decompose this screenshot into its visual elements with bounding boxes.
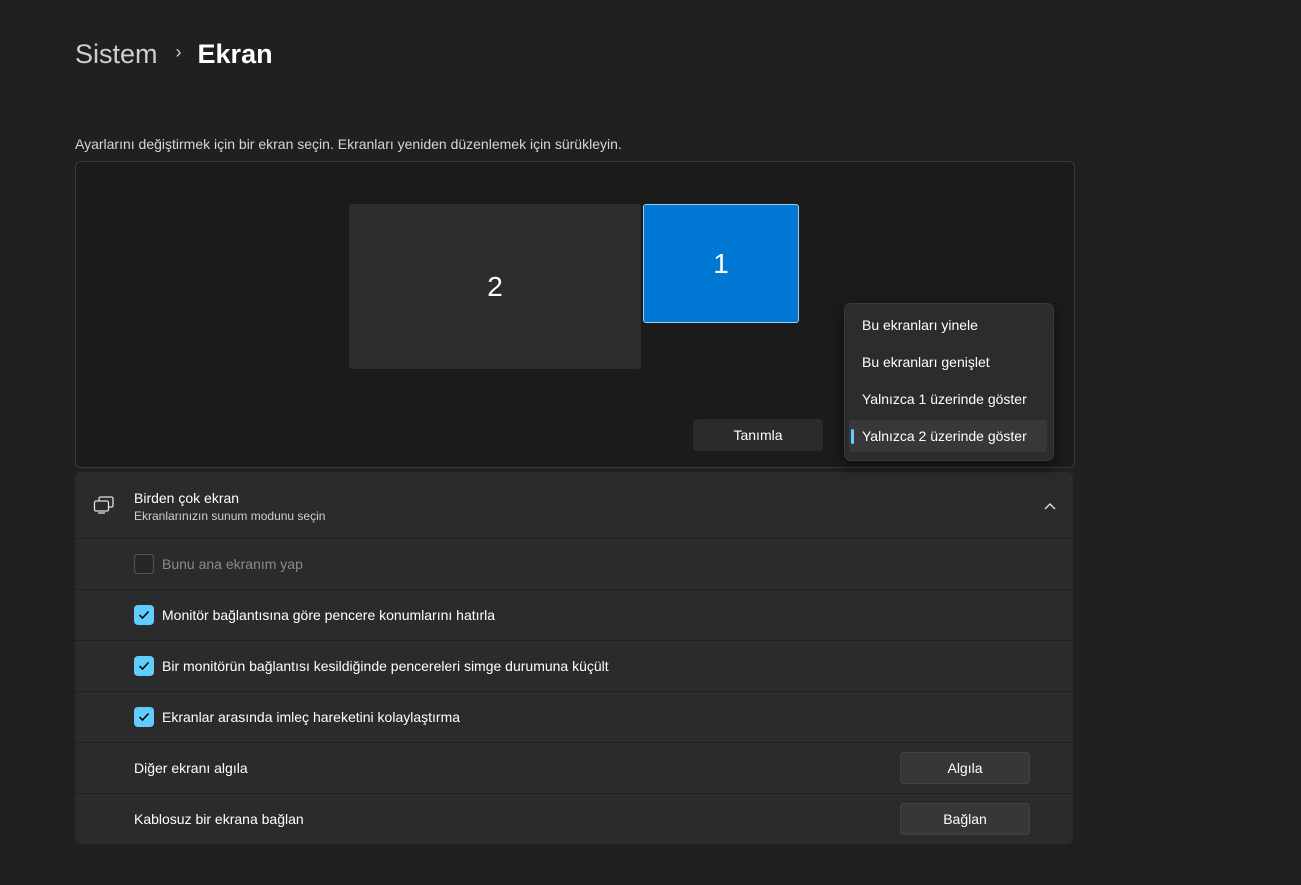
- chevron-up-icon[interactable]: [1043, 498, 1057, 516]
- selection-indicator: [851, 429, 854, 444]
- breadcrumb-sistem[interactable]: Sistem: [75, 39, 158, 70]
- dropdown-item-only-1[interactable]: Yalnızca 1 üzerinde göster: [849, 383, 1047, 415]
- option-row-cursor-movement: Ekranlar arasında imleç hareketini kolay…: [75, 692, 1073, 742]
- monitor-1-tile[interactable]: 1: [643, 204, 799, 323]
- monitor-2-tile[interactable]: 2: [349, 204, 641, 369]
- dropdown-item-label: Yalnızca 1 üzerinde göster: [862, 391, 1027, 407]
- section-title: Birden çok ekran: [134, 490, 240, 506]
- display-mode-dropdown: Bu ekranları yinele Bu ekranları genişle…: [844, 303, 1054, 461]
- option-label: Ekranlar arasında imleç hareketini kolay…: [162, 709, 461, 725]
- option-label: Bunu ana ekranım yap: [162, 556, 303, 572]
- option-row-minimize-windows: Bir monitörün bağlantısı kesildiğinde pe…: [75, 641, 1073, 691]
- remember-positions-checkbox[interactable]: [134, 605, 154, 625]
- minimize-windows-checkbox[interactable]: [134, 656, 154, 676]
- cursor-movement-checkbox[interactable]: [134, 707, 154, 727]
- monitor-2-label: 2: [487, 270, 503, 302]
- identify-button[interactable]: Tanımla: [693, 419, 823, 451]
- option-row-remember-positions: Monitör bağlantısına göre pencere konuml…: [75, 590, 1073, 640]
- detect-label: Diğer ekranı algıla: [134, 760, 248, 776]
- main-display-checkbox[interactable]: [134, 554, 154, 574]
- wireless-row: Kablosuz bir ekrana bağlan Bağlan: [75, 794, 1073, 844]
- dropdown-item-label: Bu ekranları genişlet: [862, 354, 990, 370]
- monitor-1-label: 1: [713, 247, 729, 279]
- section-subtitle: Ekranlarınızın sunum modunu seçin: [134, 509, 326, 523]
- checkmark-icon: [138, 712, 150, 722]
- page-title: Ekran: [197, 38, 273, 69]
- checkmark-icon: [138, 661, 150, 671]
- multi-monitor-icon: [93, 496, 115, 519]
- connect-button[interactable]: Bağlan: [900, 803, 1030, 835]
- option-row-main-display: Bunu ana ekranım yap: [75, 539, 1073, 589]
- wireless-label: Kablosuz bir ekrana bağlan: [134, 811, 304, 827]
- dropdown-item-extend[interactable]: Bu ekranları genişlet: [849, 346, 1047, 378]
- detect-button[interactable]: Algıla: [900, 752, 1030, 784]
- breadcrumb: Sistem › Ekran: [75, 34, 273, 74]
- dropdown-item-label: Yalnızca 2 üzerinde göster: [862, 428, 1027, 444]
- arrangement-hint: Ayarlarını değiştirmek için bir ekran se…: [75, 136, 622, 152]
- checkmark-icon: [138, 610, 150, 620]
- multiple-displays-header[interactable]: Birden çok ekran Ekranlarınızın sunum mo…: [75, 472, 1073, 538]
- option-label: Bir monitörün bağlantısı kesildiğinde pe…: [162, 658, 609, 674]
- dropdown-item-label: Bu ekranları yinele: [862, 317, 978, 333]
- detect-row: Diğer ekranı algıla Algıla: [75, 743, 1073, 793]
- option-label: Monitör bağlantısına göre pencere konuml…: [162, 607, 496, 623]
- dropdown-item-only-2[interactable]: Yalnızca 2 üzerinde göster: [849, 420, 1047, 452]
- dropdown-item-duplicate[interactable]: Bu ekranları yinele: [849, 309, 1047, 341]
- breadcrumb-separator-icon: ›: [175, 41, 182, 62]
